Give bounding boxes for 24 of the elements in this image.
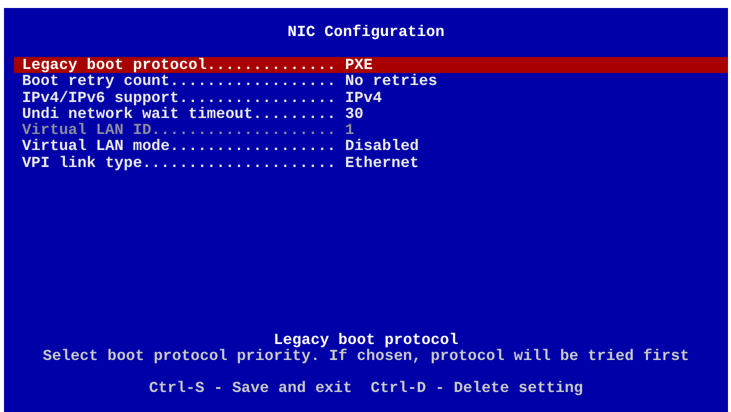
help-text: Select boot protocol priority. If chosen, protocol will be tried first [42, 348, 690, 364]
setting-label: VPI link type..................... [22, 154, 336, 172]
key-hints: Ctrl-S - Save and exit Ctrl-D - Delete setting [148, 380, 584, 396]
setting-label: Virtual LAN ID.................... [22, 122, 336, 138]
setting-label: Undi network wait timeout......... [22, 106, 336, 122]
setting-label: Virtual LAN mode.................. [22, 138, 336, 155]
setting-label: Legacy boot protocol.............. [22, 57, 336, 74]
setting-value: 30 [345, 106, 364, 122]
setting-row[interactable]: Legacy boot protocol.............. PXE [14, 57, 728, 74]
setting-label: IPv4/IPv6 support................. [22, 90, 336, 106]
setting-value: No retries [345, 73, 438, 90]
setting-value: IPv4 [345, 90, 382, 106]
setting-row[interactable]: Undi network wait timeout......... 30 [14, 106, 728, 122]
setting-value: PXE [345, 57, 373, 74]
setting-row[interactable]: VPI link type..................... Ethernet [14, 154, 728, 172]
screen-title: NIC Configuration [286, 23, 446, 41]
help-title: Legacy boot protocol [274, 332, 458, 348]
setting-row[interactable]: Virtual LAN mode.................. Disabled [14, 138, 728, 155]
setting-value: Ethernet [345, 154, 419, 172]
setting-label: Boot retry count.................. [22, 73, 336, 90]
setting-row[interactable]: IPv4/IPv6 support................. IPv4 [14, 90, 728, 106]
setting-value: Disabled [345, 138, 419, 155]
setting-value: 1 [345, 122, 354, 138]
setting-row[interactable]: Boot retry count.................. No retries [14, 73, 728, 90]
